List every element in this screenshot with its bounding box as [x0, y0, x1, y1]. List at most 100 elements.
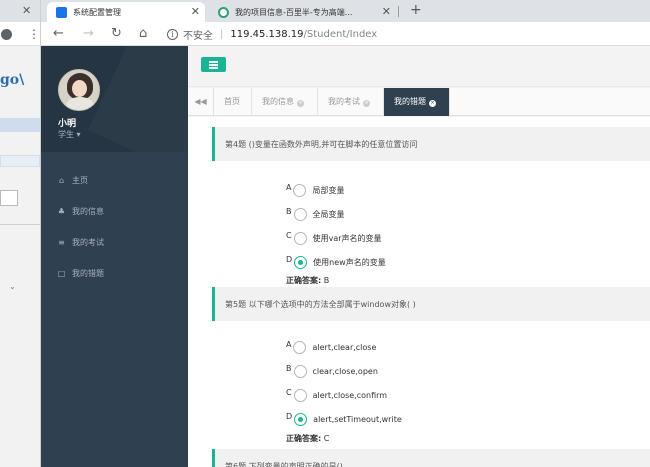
background-address-bar: ⋮ [0, 22, 40, 46]
back-arrow-icon[interactable]: ← [53, 26, 64, 42]
browser-tab-title: 我的项目信息-百里半-专为高端... [235, 7, 353, 17]
question-item: 第5题 以下哪个选项中的方法全部属于window对象( ) A alert,cl… [212, 287, 650, 443]
question-item: 第6题 下列变量的声明正确的是() [212, 449, 650, 467]
option-letter: D [286, 254, 293, 264]
more-menu-icon[interactable]: ⋮ [28, 27, 40, 41]
browser-tab-active[interactable]: 系统配置管理 ✕ [47, 2, 205, 22]
radio-button[interactable] [293, 340, 307, 354]
close-icon[interactable]: × [297, 100, 304, 107]
scroll-left-icon[interactable]: ◀◀ [188, 88, 214, 116]
option-letter: A [286, 182, 292, 192]
browser-tab-title: 系统配置管理 [73, 7, 121, 17]
url-path: /Student/Index [303, 28, 378, 40]
info-icon[interactable]: i [167, 28, 178, 40]
sidebar-item-label: 我的考试 [72, 238, 104, 247]
option-letter: A [286, 339, 292, 349]
radio-button[interactable] [293, 231, 307, 245]
sidebar-item-label: 我的信息 [72, 207, 104, 216]
option-d[interactable]: D 使用new声名的变量 [286, 255, 386, 269]
url-host: 119.45.138.19 [230, 28, 304, 40]
profile-decoration [88, 46, 188, 152]
option-a[interactable]: A 局部变量 [286, 183, 344, 197]
tab-my-info[interactable]: 我的信息 × [252, 88, 318, 116]
option-b[interactable]: B 全局变量 [286, 207, 345, 221]
option-text: 全局变量 [312, 209, 345, 219]
sidebar-item-my-exams[interactable]: ≡ 我的考试 [41, 227, 188, 258]
background-header-row [0, 155, 40, 167]
users-icon: ♣ [57, 207, 66, 216]
sidebar-item-label: 我的错题 [72, 269, 104, 278]
background-window: ✕ ⋮ go\ ⌄ [0, 0, 41, 467]
page-tabs: ◀◀ 首页 我的信息 × 我的考试 × 我的错题 × [188, 88, 650, 116]
option-b[interactable]: B clear,close,open [286, 364, 378, 378]
url-field[interactable]: i 不安全 | 119.45.138.19 /Student/Index [167, 25, 650, 43]
sidebar-item-home[interactable]: ⌂ 主页 [41, 165, 188, 196]
tab-wrong-questions[interactable]: 我的错题 × [384, 88, 450, 116]
question-title: 第5题 以下哪个选项中的方法全部属于window对象( ) [212, 287, 650, 321]
tab-label: 我的错题 [394, 97, 426, 106]
tab-separator [398, 6, 399, 17]
forward-arrow-icon[interactable]: → [83, 26, 94, 42]
tab-label: 首页 [224, 97, 240, 106]
sidebar: 小明 学生 ▾ ⌂ 主页 ♣ 我的信息 ≡ 我的考试 □ 我的错题 [41, 46, 188, 467]
menu-toggle-button[interactable] [201, 57, 226, 72]
radio-button[interactable] [293, 183, 307, 197]
radio-button-checked[interactable] [294, 412, 308, 426]
option-letter: D [286, 411, 293, 421]
site-favicon-icon [218, 6, 229, 18]
background-selected-row [0, 118, 40, 132]
option-text: alert,clear,close [312, 342, 377, 352]
option-letter: B [286, 363, 292, 373]
chevron-down-icon[interactable]: ⌄ [9, 282, 16, 291]
background-divider [0, 224, 40, 225]
sidebar-item-my-info[interactable]: ♣ 我的信息 [41, 196, 188, 227]
close-icon[interactable]: ✕ [22, 4, 31, 17]
background-brand-text: go\ [0, 72, 25, 88]
radio-button-checked[interactable] [294, 255, 308, 269]
radio-button[interactable] [293, 207, 307, 221]
avatar[interactable] [58, 69, 100, 111]
option-letter: B [286, 206, 292, 216]
reload-icon[interactable]: ↻ [111, 26, 122, 42]
user-role-dropdown[interactable]: 学生 ▾ [58, 129, 81, 140]
exam-icon: ≡ [58, 238, 65, 247]
background-tabstrip: ✕ [0, 0, 40, 22]
close-icon[interactable]: ✕ [191, 5, 200, 18]
question-list: 第4题 ()变量在函数外声明,并可在脚本的任意位置访问 A 局部变量 B 全局变… [188, 117, 650, 467]
radio-button[interactable] [293, 388, 307, 402]
tab-my-exams[interactable]: 我的考试 × [318, 88, 384, 116]
option-c[interactable]: C alert,close,confirm [286, 388, 387, 402]
tab-label: 我的考试 [328, 97, 360, 106]
close-icon[interactable]: × [429, 100, 436, 107]
option-c[interactable]: C 使用var声名的变量 [286, 231, 382, 245]
radio-button[interactable] [293, 364, 307, 378]
option-letter: C [286, 387, 292, 397]
sidebar-item-label: 主页 [72, 176, 88, 185]
tab-home[interactable]: 首页 [214, 88, 252, 116]
correct-answer-value: B [321, 276, 330, 285]
top-navbar [188, 46, 650, 87]
option-text: 使用new声名的变量 [313, 257, 386, 267]
sidebar-item-wrong-questions[interactable]: □ 我的错题 [41, 258, 188, 289]
option-d[interactable]: D alert,setTimeout,write [286, 412, 402, 426]
new-tab-button[interactable]: + [410, 2, 422, 18]
profile-panel: 小明 学生 ▾ [41, 46, 188, 152]
site-favicon-icon [56, 6, 67, 18]
option-text: alert,close,confirm [312, 390, 388, 400]
option-text: 局部变量 [312, 185, 345, 195]
home-icon[interactable]: ⌂ [139, 26, 147, 42]
close-icon[interactable]: × [363, 100, 370, 107]
wrong-book-icon: □ [57, 269, 66, 278]
correct-answer: 正确答案: B [286, 275, 329, 286]
close-icon[interactable]: ✕ [382, 5, 391, 18]
background-input[interactable] [0, 190, 18, 206]
home-icon: ⌂ [58, 176, 65, 185]
browser-tab[interactable]: 我的项目信息-百里半-专为高端... ✕ [209, 2, 396, 22]
option-a[interactable]: A alert,clear,close [286, 340, 376, 354]
url-divider: | [220, 28, 224, 40]
question-title: 第6题 下列变量的声明正确的是() [212, 449, 650, 467]
user-name: 小明 [58, 119, 77, 129]
option-text: clear,close,open [312, 366, 378, 376]
account-icon[interactable] [1, 29, 12, 40]
question-title: 第4题 ()变量在函数外声明,并可在脚本的任意位置访问 [212, 127, 650, 161]
